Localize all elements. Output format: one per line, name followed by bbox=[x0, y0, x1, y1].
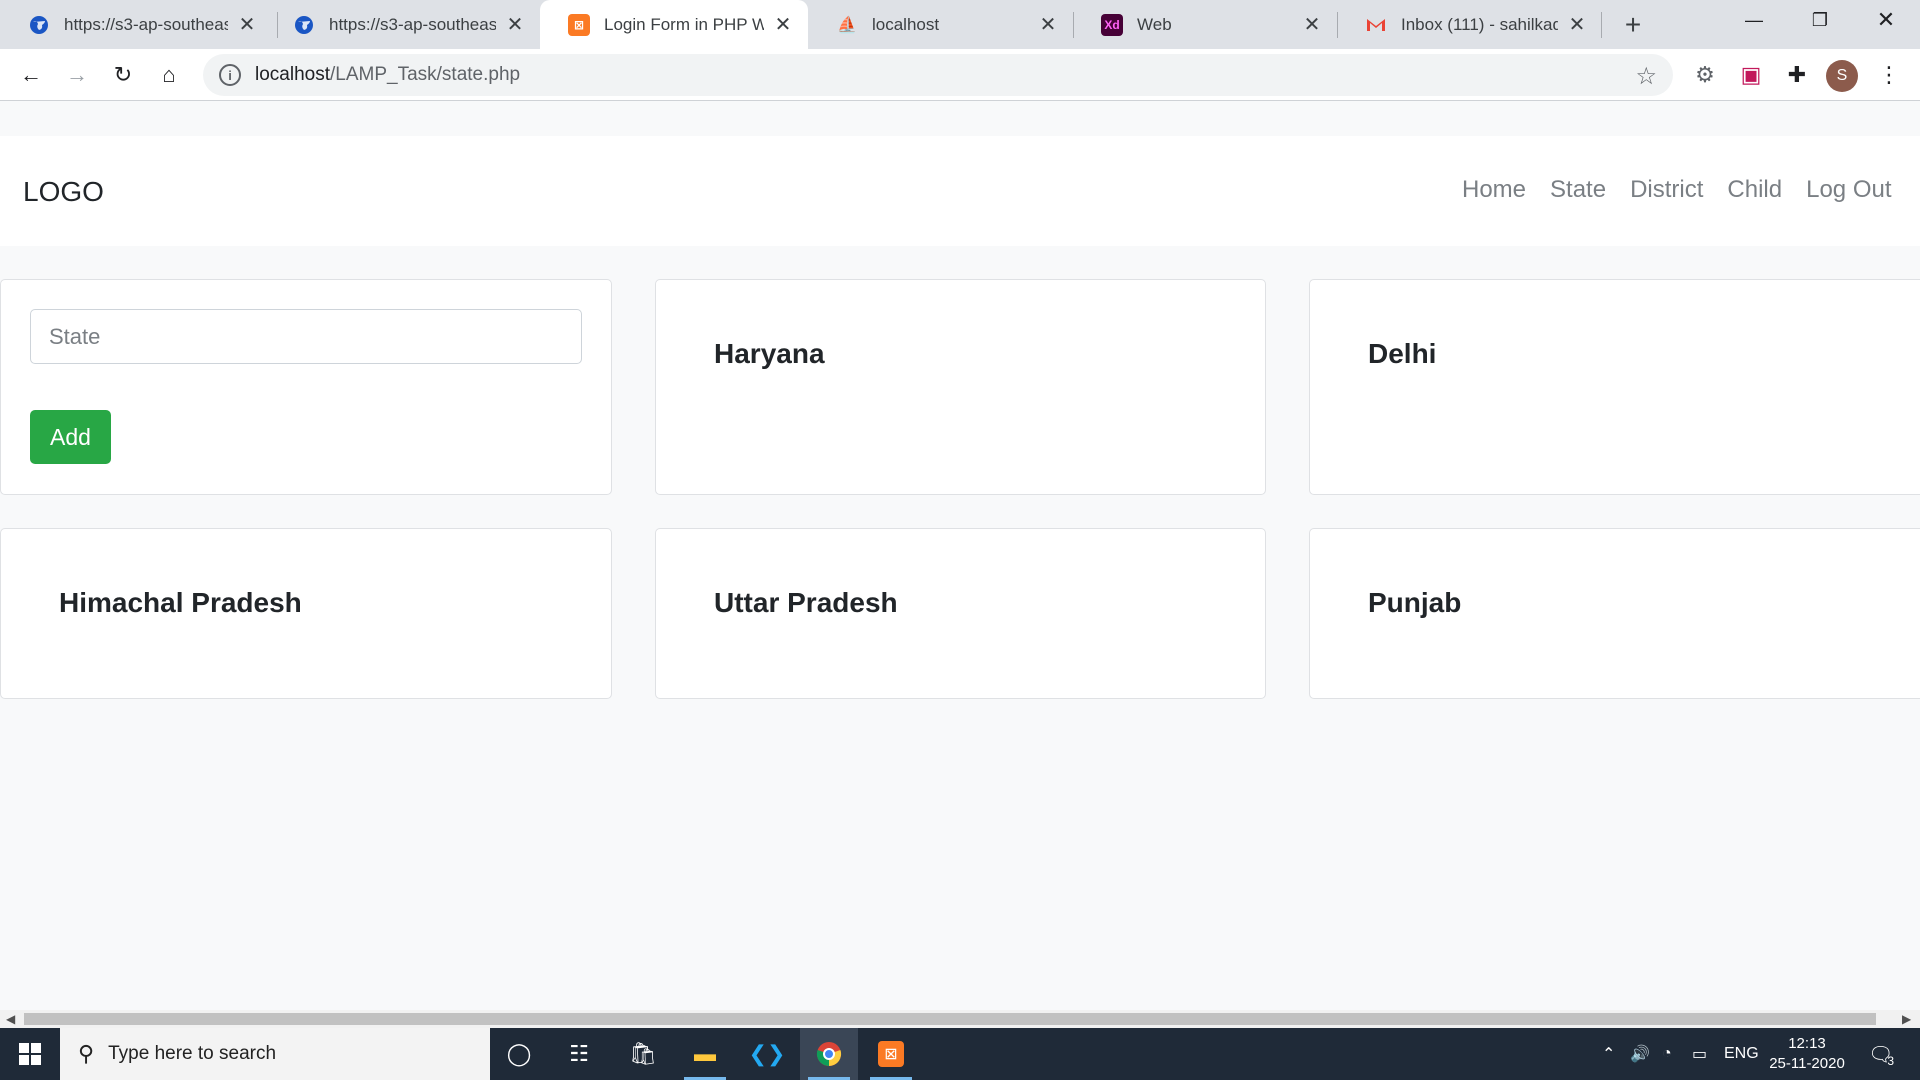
add-button[interactable]: Add bbox=[30, 410, 111, 464]
xampp-taskbar-icon[interactable]: ⊠ bbox=[862, 1028, 920, 1080]
back-button[interactable]: ← bbox=[14, 58, 48, 92]
browser-tabstrip: https://s3-ap-southeast- ✕ https://s3-ap… bbox=[0, 0, 1920, 49]
new-tab-button[interactable]: + bbox=[1618, 9, 1648, 40]
taskbar-clock[interactable]: 12:13 25-11-2020 bbox=[1762, 1034, 1852, 1074]
site-navbar: LOGO Home State District Child Log Out bbox=[0, 136, 1920, 246]
gmail-icon bbox=[1365, 14, 1387, 36]
url-host: localhost bbox=[255, 64, 330, 85]
state-input[interactable] bbox=[30, 309, 582, 364]
state-name: Delhi bbox=[1368, 338, 1437, 369]
clock-date: 25-11-2020 bbox=[1769, 1055, 1845, 1072]
state-card: Delhi bbox=[1309, 279, 1920, 495]
notifications-icon[interactable]: 🗨 3 bbox=[1868, 1028, 1894, 1080]
state-card: Punjab bbox=[1309, 528, 1920, 699]
browser-toolbar: ← → ↻ ⌂ i localhost/LAMP_Task/state.php … bbox=[0, 49, 1920, 101]
nav-home[interactable]: Home bbox=[1462, 176, 1526, 204]
scroll-right-icon[interactable]: ▶ bbox=[1902, 1012, 1911, 1026]
pocket-extension-icon[interactable]: ▣ bbox=[1734, 58, 1768, 92]
url-path: /LAMP_Task/state.php bbox=[330, 64, 521, 85]
state-card: Himachal Pradesh bbox=[0, 528, 612, 699]
tab-1[interactable]: https://s3-ap-southeast- ✕ bbox=[0, 0, 272, 49]
address-bar[interactable]: i localhost/LAMP_Task/state.php ☆ bbox=[203, 54, 1673, 96]
close-icon[interactable]: ✕ bbox=[504, 14, 526, 36]
file-explorer-icon[interactable]: ▬ bbox=[676, 1028, 734, 1080]
tab-5[interactable]: Xd Web ✕ bbox=[1073, 0, 1337, 49]
restore-button[interactable]: ❐ bbox=[1788, 0, 1852, 40]
globe-icon bbox=[28, 14, 50, 36]
language-indicator[interactable]: ENG bbox=[1724, 1028, 1759, 1080]
task-view-icon[interactable]: ☷ bbox=[550, 1028, 608, 1080]
nav-state[interactable]: State bbox=[1550, 176, 1606, 204]
info-icon[interactable]: i bbox=[219, 64, 241, 86]
tab-4[interactable]: ⛵ localhost ✕ bbox=[808, 0, 1073, 49]
state-card: Uttar Pradesh bbox=[655, 528, 1266, 699]
nav-child[interactable]: Child bbox=[1727, 176, 1782, 204]
search-icon: ⚲ bbox=[78, 1041, 95, 1066]
close-icon[interactable]: ✕ bbox=[772, 14, 794, 36]
windows-taskbar: ⚲ Type here to search ◯ ☷ 🛍 ▬ ❮❯ ⊠ ⌃ 🔊 ◔… bbox=[0, 1028, 1920, 1080]
volume-icon[interactable]: 🔊 bbox=[1630, 1028, 1650, 1080]
vscode-icon[interactable]: ❮❯ bbox=[738, 1028, 796, 1080]
phpmyadmin-icon: ⛵ bbox=[837, 16, 857, 34]
extensions-puzzle-icon[interactable]: ✚ bbox=[1780, 58, 1814, 92]
forward-button[interactable]: → bbox=[60, 58, 94, 92]
notification-count: 3 bbox=[1887, 1054, 1895, 1068]
network-icon[interactable]: ◔ bbox=[1662, 1028, 1672, 1080]
close-icon[interactable]: ✕ bbox=[1301, 14, 1323, 36]
tab-3-active[interactable]: ⊠ Login Form in PHP With ✕ bbox=[540, 0, 808, 49]
state-name: Himachal Pradesh bbox=[59, 587, 302, 618]
close-icon[interactable]: ✕ bbox=[236, 14, 258, 36]
profile-avatar[interactable]: S bbox=[1826, 60, 1858, 92]
clock-time: 12:13 bbox=[1788, 1035, 1826, 1052]
nav-district[interactable]: District bbox=[1630, 176, 1703, 204]
add-state-card: Add bbox=[0, 279, 612, 495]
taskbar-search[interactable]: ⚲ Type here to search bbox=[60, 1028, 490, 1080]
bookmark-star-icon[interactable]: ☆ bbox=[1635, 62, 1657, 91]
tab-6[interactable]: Inbox (111) - sahilkadian ✕ bbox=[1337, 0, 1602, 49]
nav-links: Home State District Child Log Out bbox=[1462, 176, 1892, 204]
reload-button[interactable]: ↻ bbox=[106, 58, 140, 92]
close-icon[interactable]: ✕ bbox=[1566, 14, 1588, 36]
cortana-icon[interactable]: ◯ bbox=[490, 1028, 548, 1080]
show-hidden-icons[interactable]: ⌃ bbox=[1602, 1028, 1615, 1080]
close-window-button[interactable]: ✕ bbox=[1854, 0, 1918, 40]
adobe-xd-icon: Xd bbox=[1101, 13, 1123, 36]
store-icon[interactable]: 🛍 bbox=[614, 1028, 672, 1080]
state-name: Uttar Pradesh bbox=[714, 587, 898, 618]
page-content: LOGO Home State District Child Log Out A… bbox=[0, 102, 1920, 1010]
globe-icon bbox=[293, 14, 315, 36]
taskbar-search-placeholder: Type here to search bbox=[108, 1043, 277, 1064]
site-logo[interactable]: LOGO bbox=[23, 176, 104, 208]
menu-kebab-icon[interactable]: ⋮ bbox=[1872, 58, 1906, 92]
tab-2[interactable]: https://s3-ap-southeast- ✕ bbox=[265, 0, 540, 49]
xampp-icon: ⊠ bbox=[568, 13, 590, 36]
minimize-button[interactable]: — bbox=[1722, 0, 1786, 40]
extension-gear-icon[interactable]: ⚙ bbox=[1688, 58, 1722, 92]
home-button[interactable]: ⌂ bbox=[152, 58, 186, 92]
state-card: Haryana bbox=[655, 279, 1266, 495]
scroll-left-icon[interactable]: ◀ bbox=[6, 1012, 15, 1026]
close-icon[interactable]: ✕ bbox=[1037, 14, 1059, 36]
chrome-icon[interactable] bbox=[800, 1028, 858, 1080]
scrollbar-thumb[interactable] bbox=[24, 1013, 1876, 1025]
horizontal-scrollbar[interactable]: ◀ ▶ bbox=[0, 1010, 1920, 1028]
state-name: Haryana bbox=[714, 338, 825, 369]
windows-start-icon[interactable] bbox=[0, 1028, 60, 1080]
battery-icon[interactable]: ▭ bbox=[1692, 1028, 1707, 1080]
state-name: Punjab bbox=[1368, 587, 1462, 618]
nav-logout[interactable]: Log Out bbox=[1806, 176, 1891, 204]
